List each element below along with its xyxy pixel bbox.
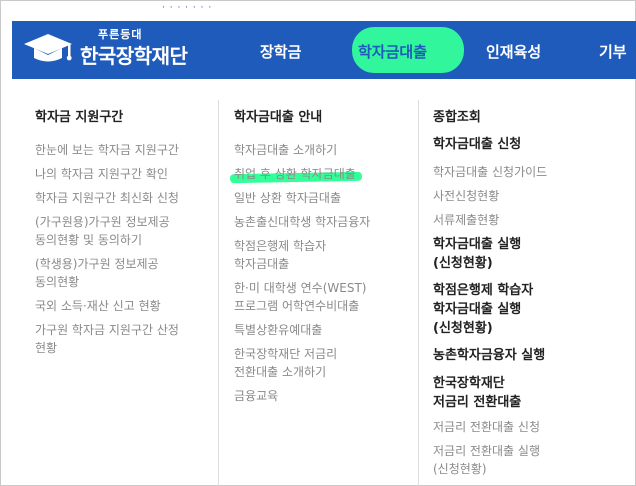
menu-link-highlighted[interactable]: 취업 후 상환 학자금대출 [234, 165, 370, 183]
menu-column-overview: 종합조회 학자금대출 신청 학자금대출 신청가이드 사전신청현황 서류제출현황 … [433, 100, 547, 478]
menu-link[interactable]: 나의 학자금 지원구간 확인 [35, 165, 179, 183]
column-divider [218, 100, 219, 486]
section-heading-line: (신청현황) [433, 321, 493, 336]
menu-link[interactable]: 한국장학재단 저금리 전환대출 소개하기 [234, 345, 370, 381]
section-heading-low-rate-conversion[interactable]: 한국장학재단 저금리 전환대출 [433, 374, 547, 412]
menu-link-label: 취업 후 상환 학자금대출 [234, 167, 356, 181]
menu-link[interactable]: 학자금 지원구간 최신화 신청 [35, 189, 179, 207]
section-heading-line: 한국장학재단 [433, 376, 505, 391]
menu-link-line: 전환대출 소개하기 [234, 365, 327, 379]
menu-link[interactable]: 서류제출현황 [433, 211, 547, 229]
menu-link-line: (가구원용)가구원 정보제공 [35, 215, 170, 229]
menu-link-line: 동의현황 [35, 275, 80, 289]
section-heading-rural-loan[interactable]: 농촌학자금융자 실행 [433, 346, 547, 365]
menu-link[interactable]: 학자금대출 신청가이드 [433, 163, 547, 181]
menu-link[interactable]: 농촌출신대학생 학자금융자 [234, 213, 370, 231]
section-heading-line: 학점은행제 학습자 [433, 283, 534, 298]
site-logo[interactable]: 푸른등대 한국장학재단 [20, 28, 215, 72]
menu-link[interactable]: 저금리 전환대출 실행 (신청현황) [433, 442, 547, 478]
menu-link[interactable]: 한눈에 보는 학자금 지원구간 [35, 141, 179, 159]
nav-talent-development[interactable]: 인재육성 [486, 41, 541, 62]
logo-title: 한국장학재단 [80, 44, 188, 68]
menu-link-line: 한국장학재단 저금리 [234, 347, 338, 361]
column-divider [418, 100, 419, 486]
nav-donation[interactable]: 기부 [599, 41, 627, 62]
menu-link[interactable]: 일반 상환 학자금대출 [234, 189, 370, 207]
menu-link[interactable]: 사전신청현황 [433, 187, 547, 205]
menu-link-line: 프로그램 어학연수비대출 [234, 299, 360, 313]
section-heading-credit-bank-loan[interactable]: 학점은행제 학습자 학자금대출 실행 (신청현황) [433, 281, 547, 338]
menu-column-support-tier: 학자금 지원구간 한눈에 보는 학자금 지원구간 나의 학자금 지원구간 확인 … [35, 100, 179, 357]
menu-link[interactable]: (학생용)가구원 정보제공 동의현황 [35, 255, 179, 291]
menu-column-loan-guide: 학자금대출 안내 학자금대출 소개하기 취업 후 상환 학자금대출 일반 상환 … [234, 100, 370, 411]
column-title: 학자금대출 안내 [234, 110, 323, 125]
menu-link-line: 한·미 대학생 연수(WEST) [234, 281, 367, 295]
section-heading-line: (신청현황) [433, 256, 493, 271]
menu-link-line: 동의현황 및 동의하기 [35, 233, 142, 247]
top-cutoff-text: · · · · · · · [162, 3, 213, 13]
section-heading-line: 저금리 전환대출 [433, 395, 522, 410]
section-heading-loan-execution[interactable]: 학자금대출 실행 (신청현황) [433, 235, 547, 273]
menu-link-line: 현황 [35, 341, 58, 355]
menu-link[interactable]: 학점은행제 학습자 학자금대출 [234, 237, 370, 273]
menu-link-line: (신청현황) [433, 462, 487, 476]
nav-scholarship[interactable]: 장학금 [260, 41, 301, 62]
menu-link[interactable]: (가구원용)가구원 정보제공 동의현황 및 동의하기 [35, 213, 179, 249]
header-bar: 푸른등대 한국장학재단 장학금 학자금대출 인재육성 기부 [12, 21, 636, 79]
menu-link-line: 학점은행제 학습자 [234, 239, 327, 253]
menu-link[interactable]: 한·미 대학생 연수(WEST) 프로그램 어학연수비대출 [234, 279, 370, 315]
graduation-cap-icon [24, 34, 72, 62]
column-title: 종합조회 [433, 110, 481, 125]
menu-link-line: 가구원 학자금 지원구간 산정 [35, 323, 179, 337]
column-title: 학자금 지원구간 [35, 110, 124, 125]
menu-link-line: 학자금대출 [234, 257, 290, 271]
section-heading-line: 학자금대출 실행 [433, 237, 522, 252]
menu-link-line: 저금리 전환대출 실행 [433, 444, 540, 458]
menu-link[interactable]: 특별상환유예대출 [234, 321, 370, 339]
section-heading-loan-application[interactable]: 학자금대출 신청 [433, 135, 547, 154]
menu-link[interactable]: 가구원 학자금 지원구간 산정 현황 [35, 321, 179, 357]
menu-link[interactable]: 국외 소득·재산 신고 현황 [35, 297, 179, 315]
menu-link[interactable]: 저금리 전환대출 신청 [433, 418, 547, 436]
nav-student-loan[interactable]: 학자금대출 [358, 41, 427, 62]
menu-link-line: (학생용)가구원 정보제공 [35, 257, 159, 271]
menu-link[interactable]: 학자금대출 소개하기 [234, 141, 370, 159]
section-heading-line: 학자금대출 실행 [433, 302, 522, 317]
menu-link[interactable]: 금융교육 [234, 387, 370, 405]
